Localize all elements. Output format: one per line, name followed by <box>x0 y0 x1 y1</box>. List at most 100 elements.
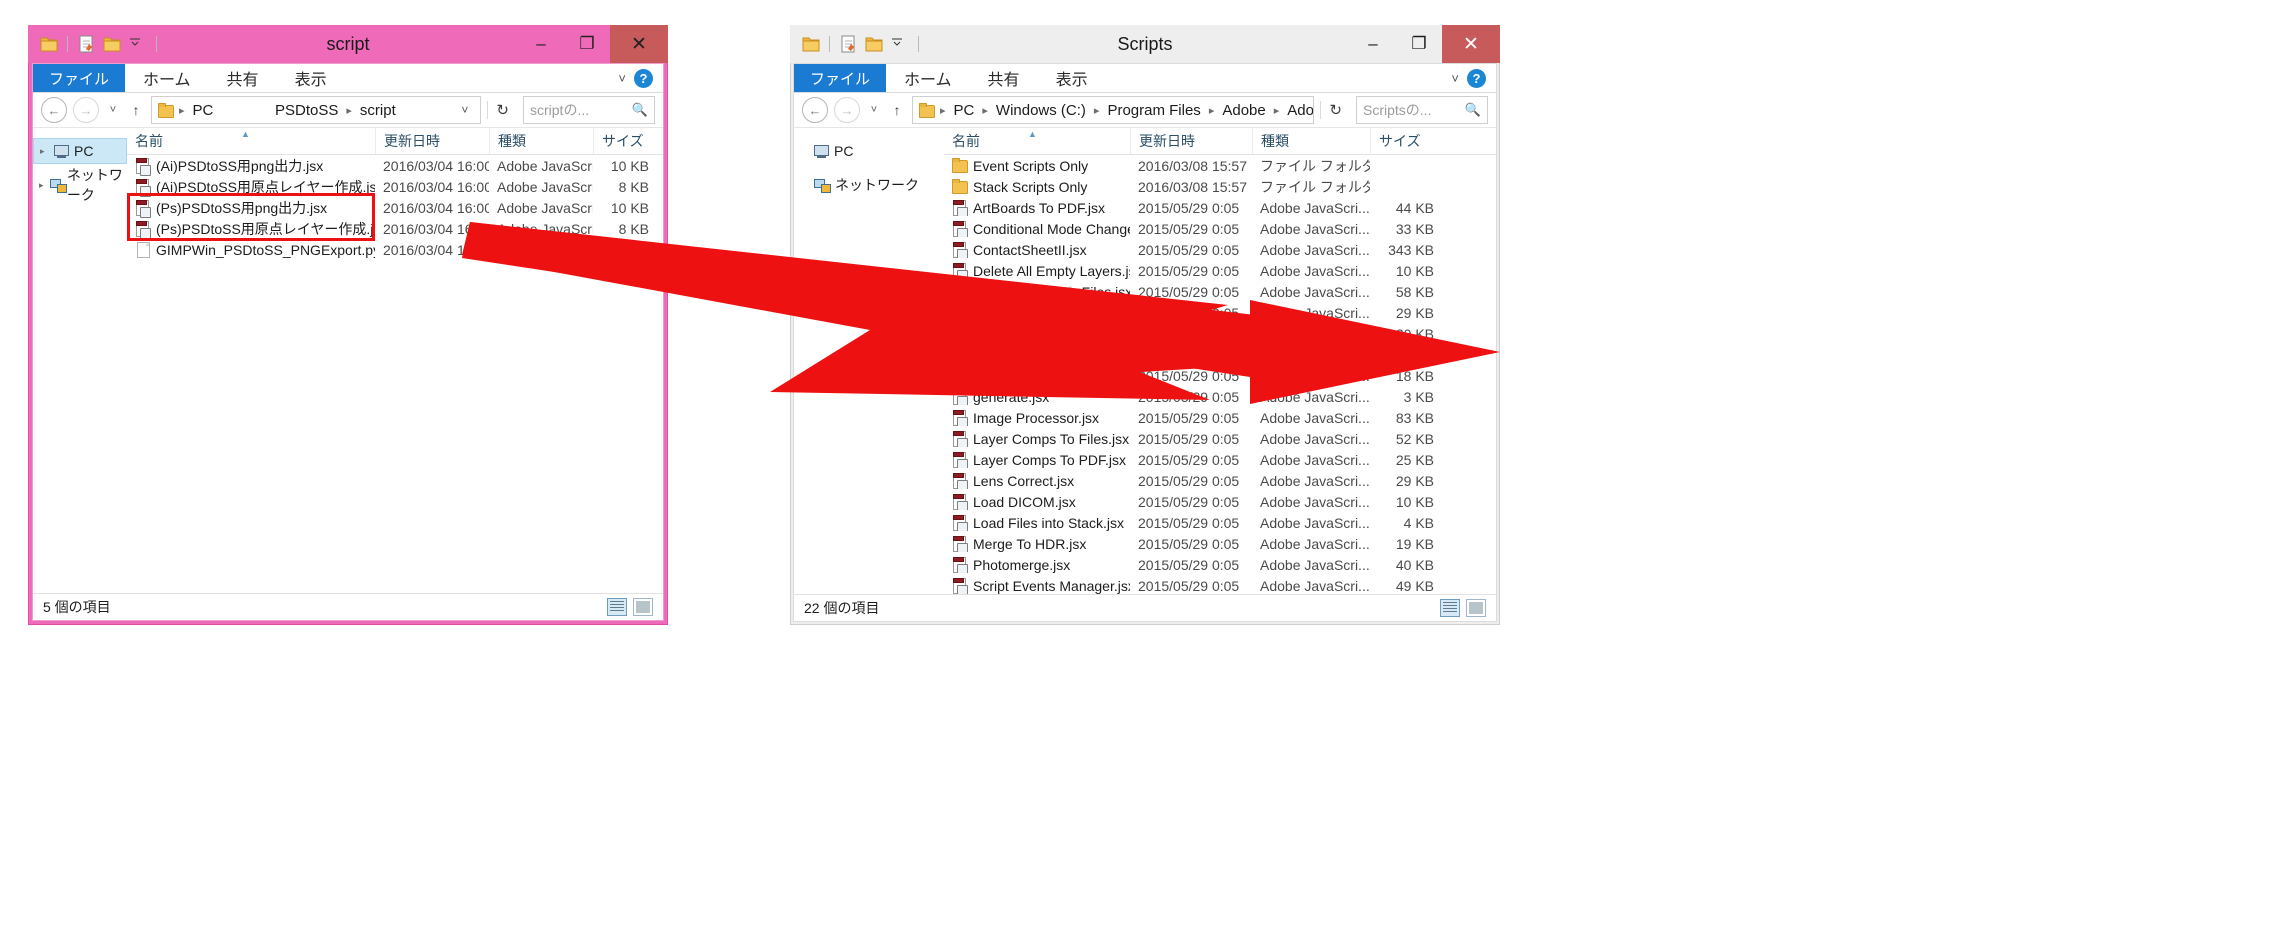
table-row[interactable]: Export Layers To Files.jsx 2015/05/29 0:0… <box>944 281 1496 302</box>
file-name-cell[interactable]: Event Scripts Only <box>944 158 1130 174</box>
navigation-pane[interactable]: ▸ PC ▸ ネットワーク <box>33 128 127 260</box>
file-name-cell[interactable]: Script Events Manager.jsx <box>944 578 1130 594</box>
file-name-cell[interactable]: Image Processor.jsx <box>944 410 1130 426</box>
ribbon-right-controls[interactable]: ˅ ? <box>618 64 663 92</box>
address-bar[interactable]: ← → ˅ ↑ ▸ PC PSDtoSS ▸ script ˅ ↻ script… <box>33 93 663 128</box>
table-row[interactable]: Load DICOM.jsx 2015/05/29 0:05 Adobe JavaS… <box>944 491 1496 512</box>
caption-buttons[interactable]: – ❐ ✕ <box>1350 25 1500 63</box>
forward-button[interactable]: → <box>73 97 99 123</box>
table-row[interactable]: Merge To HDR.jsx 2015/05/29 0:05 Adobe Jav… <box>944 533 1496 554</box>
table-row[interactable]: generate.jsx 2015/05/29 0:05 Adobe JavaScr… <box>944 386 1496 407</box>
table-row[interactable]: (Ps)PSDtoSS用png出力.jsx 2016/03/04 16:00 Ado… <box>127 197 663 218</box>
table-row[interactable]: Image Processor.jsx 2015/05/29 0:05 Adobe … <box>944 407 1496 428</box>
chevron-down-icon[interactable]: ˅ <box>618 71 626 86</box>
file-name-cell[interactable]: Load DICOM.jsx <box>944 494 1130 510</box>
file-name-cell[interactable]: (Ai)PSDtoSS用原点レイヤー作成.jsx <box>127 177 375 197</box>
table-row[interactable]: GIMPWin_PSDtoSS_PNGExport.py 2016/03/04 1… <box>127 239 663 260</box>
folder-icon[interactable] <box>38 33 60 55</box>
file-rows[interactable]: (Ai)PSDtoSS用png出力.jsx 2016/03/04 16:00 Ado… <box>127 155 663 260</box>
file-list-pane[interactable]: ▲ 名前 更新日時 種類 サイズ Event Scripts Only 2016/… <box>944 128 1496 617</box>
search-input[interactable]: scriptの... 🔍 <box>523 96 655 124</box>
maximize-button[interactable]: ❐ <box>564 25 610 63</box>
table-row[interactable]: Flatten All Layer Effects.jsx 2015/05/29 … <box>944 344 1496 365</box>
navigation-pane[interactable]: PC ネットワーク <box>794 128 944 617</box>
file-name-cell[interactable]: (Ps)PSDtoSS用png出力.jsx <box>127 198 375 218</box>
details-view-button[interactable] <box>1440 599 1460 617</box>
customize-dropdown-icon[interactable] <box>889 33 911 55</box>
breadcrumb-item-2[interactable]: script <box>358 102 398 119</box>
new-folder-icon[interactable] <box>863 33 885 55</box>
refresh-button[interactable]: ↻ <box>487 101 517 119</box>
breadcrumb-item-2[interactable]: Program Files <box>1105 102 1202 119</box>
tab-file[interactable]: ファイル <box>794 64 887 92</box>
maximize-button[interactable]: ❐ <box>1396 25 1442 63</box>
table-row[interactable]: Export ColorLookupTables.jsx 2015/05/29 0… <box>944 302 1496 323</box>
table-row[interactable]: Layer Comps To Files.jsx 2015/05/29 0:05 A… <box>944 428 1496 449</box>
file-name-cell[interactable]: Layer Comps To Files.jsx <box>944 431 1130 447</box>
help-icon[interactable]: ? <box>634 68 653 88</box>
recent-locations-icon[interactable]: ˅ <box>105 104 121 116</box>
table-row[interactable]: Conditional Mode Change.jsx 2015/05/29 0:… <box>944 218 1496 239</box>
breadcrumb-item-1[interactable]: Windows (C:) <box>994 102 1088 119</box>
breadcrumb-item-0[interactable]: PC <box>191 102 216 119</box>
table-row[interactable]: Fit Image.jsx 2015/05/29 0:05 Adobe JavaSc… <box>944 323 1496 344</box>
up-button[interactable]: ↑ <box>127 102 145 118</box>
explorer-window-scripts[interactable]: Scripts – ❐ ✕ ファイル ホーム 共有 表示 ˅ ? ← → ˅ ↑… <box>790 25 1500 625</box>
column-header-name[interactable]: ▲ 名前 <box>944 128 1130 154</box>
file-rows[interactable]: Event Scripts Only 2016/03/08 15:57 ファイル フ… <box>944 155 1496 617</box>
tab-home[interactable]: ホーム <box>125 64 209 92</box>
sidebar-item-network[interactable]: ネットワーク <box>794 172 944 198</box>
tab-file[interactable]: ファイル <box>33 64 126 92</box>
sidebar-item-pc[interactable]: ▸ PC <box>33 138 127 164</box>
close-button[interactable]: ✕ <box>1442 25 1500 63</box>
expand-chevron-icon[interactable]: ▸ <box>40 146 49 157</box>
large-icons-view-button[interactable] <box>633 598 653 616</box>
details-view-button[interactable] <box>607 598 627 616</box>
file-name-cell[interactable]: Export ColorLookupTables.jsx <box>944 305 1130 321</box>
refresh-button[interactable]: ↻ <box>1320 101 1350 119</box>
table-row[interactable]: Lens Correct.jsx 2015/05/29 0:05 Adobe Jav… <box>944 470 1496 491</box>
file-name-cell[interactable]: Lens Correct.jsx <box>944 473 1130 489</box>
breadcrumb-item-1[interactable]: PSDtoSS <box>273 102 340 119</box>
explorer-window-script[interactable]: script – ❐ ✕ ファイル ホーム 共有 表示 ˅ ? ← → ˅ ↑ … <box>28 25 668 625</box>
table-row[interactable]: ContactSheetII.jsx 2015/05/29 0:05 Adobe J… <box>944 239 1496 260</box>
search-input[interactable]: Scriptsの... 🔍 <box>1356 96 1488 124</box>
table-row[interactable]: (Ps)PSDtoSS用原点レイヤー作成.jsx 2016/03/04 16:00… <box>127 218 663 239</box>
table-row[interactable]: ArtBoards To PDF.jsx 2015/05/29 0:05 Adobe… <box>944 197 1496 218</box>
back-button[interactable]: ← <box>41 97 67 123</box>
up-button[interactable]: ↑ <box>888 102 906 118</box>
file-name-cell[interactable]: (Ai)PSDtoSS用png出力.jsx <box>127 156 375 176</box>
file-list-pane[interactable]: ▲ 名前 更新日時 種類 サイズ (Ai)PSDtoSS用png出力.jsx 20… <box>127 128 663 260</box>
file-name-cell[interactable]: Merge To HDR.jsx <box>944 536 1130 552</box>
file-name-cell[interactable]: Fit Image.jsx <box>944 326 1130 342</box>
file-name-cell[interactable]: Export Layers To Files.jsx <box>944 284 1130 300</box>
new-folder-icon[interactable] <box>101 33 123 55</box>
table-row[interactable]: Event Scripts Only 2016/03/08 15:57 ファイル フ… <box>944 155 1496 176</box>
folder-icon[interactable] <box>800 33 822 55</box>
column-header-type[interactable]: 種類 <box>1252 128 1370 154</box>
back-button[interactable]: ← <box>802 97 828 123</box>
minimize-button[interactable]: – <box>1350 25 1396 63</box>
table-row[interactable]: Delete All Empty Layers.jsx 2015/05/29 0:… <box>944 260 1496 281</box>
ribbon-tabs[interactable]: ファイル ホーム 共有 表示 ˅ ? <box>33 64 663 93</box>
view-mode-buttons[interactable] <box>607 598 663 616</box>
quick-access-toolbar[interactable] <box>790 25 922 63</box>
file-name-cell[interactable]: Flatten All Masks.jsx <box>944 368 1130 384</box>
file-name-cell[interactable]: ArtBoards To PDF.jsx <box>944 200 1130 216</box>
file-name-cell[interactable]: Layer Comps To PDF.jsx <box>944 452 1130 468</box>
help-icon[interactable]: ? <box>1467 68 1486 88</box>
chevron-down-icon[interactable]: ˅ <box>1451 71 1459 86</box>
column-header-date[interactable]: 更新日時 <box>1130 128 1252 154</box>
breadcrumb[interactable]: ▸ PC ▸ Windows (C:) ▸ Program Files ▸ Ad… <box>912 96 1315 124</box>
close-button[interactable]: ✕ <box>610 25 668 63</box>
address-bar[interactable]: ← → ˅ ↑ ▸ PC ▸ Windows (C:) ▸ Program Fi… <box>794 93 1496 128</box>
title-bar[interactable]: Scripts – ❐ ✕ <box>790 25 1500 63</box>
file-name-cell[interactable]: Flatten All Layer Effects.jsx <box>944 347 1130 363</box>
breadcrumb-item-0[interactable]: PC <box>952 102 977 119</box>
table-row[interactable]: Layer Comps To PDF.jsx 2015/05/29 0:05 Ado… <box>944 449 1496 470</box>
file-name-cell[interactable]: Delete All Empty Layers.jsx <box>944 263 1130 279</box>
customize-dropdown-icon[interactable] <box>127 33 149 55</box>
column-headers[interactable]: ▲ 名前 更新日時 種類 サイズ <box>127 128 663 155</box>
sidebar-item-pc[interactable]: PC <box>794 138 944 164</box>
file-name-cell[interactable]: (Ps)PSDtoSS用原点レイヤー作成.jsx <box>127 219 375 239</box>
